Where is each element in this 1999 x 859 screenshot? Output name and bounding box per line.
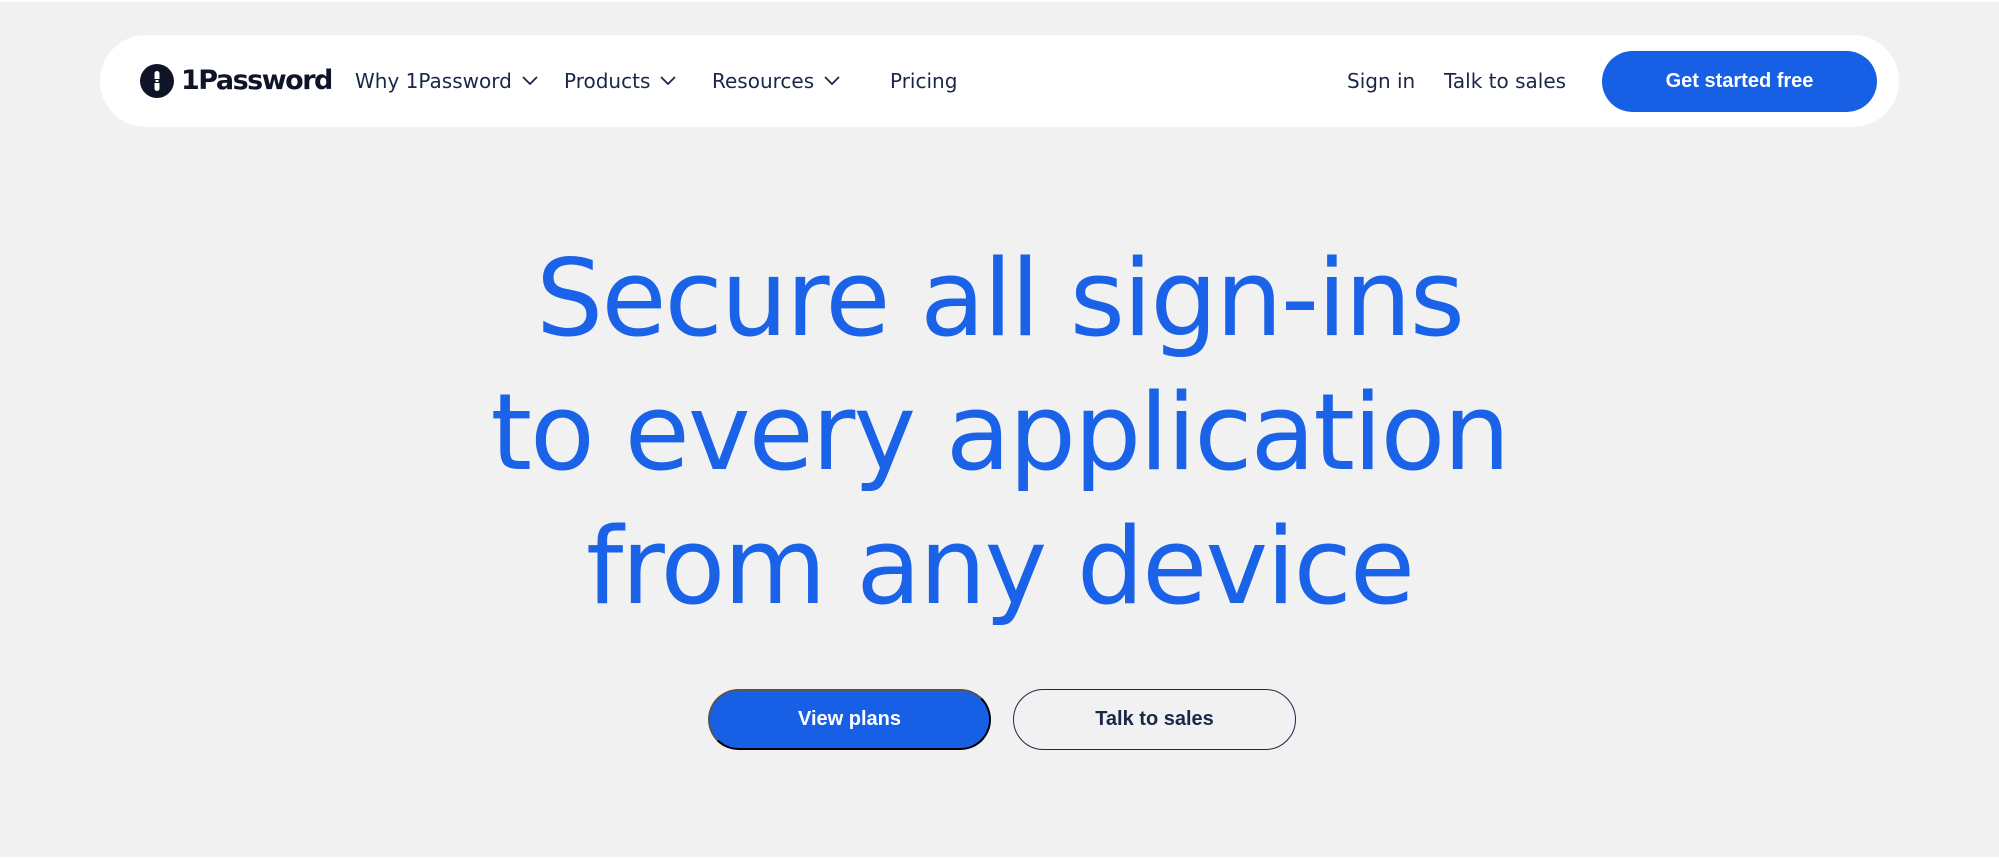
page: 1Password Why 1Password Products Resourc…: [0, 0, 1999, 859]
logo-link[interactable]: 1Password: [139, 62, 333, 100]
sign-in-link[interactable]: Sign in: [1347, 66, 1415, 96]
hero-headline-line-1: Secure all sign-ins: [536, 237, 1465, 360]
nav-link-pricing[interactable]: Pricing: [890, 66, 957, 96]
nav-item-why-1password[interactable]: Why 1Password: [355, 66, 538, 96]
talk-to-sales-button[interactable]: Talk to sales: [1013, 689, 1296, 750]
get-started-free-button[interactable]: Get started free: [1602, 51, 1877, 112]
hero-headline-line-3: from any device: [585, 505, 1415, 628]
top-divider: [0, 0, 1999, 2]
brand-name: 1Password: [181, 65, 333, 96]
chevron-down-icon: [824, 76, 840, 85]
nav-item-label: Products: [564, 69, 651, 93]
main-navbar: 1Password Why 1Password Products Resourc…: [100, 35, 1899, 127]
nav-item-resources[interactable]: Resources: [712, 66, 840, 96]
nav-item-label: Resources: [712, 69, 815, 93]
hero-headline: Secure all sign-ins to every application…: [0, 232, 1999, 634]
hero-headline-line-2: to every application: [490, 371, 1511, 494]
view-plans-button[interactable]: View plans: [708, 689, 991, 750]
nav-item-products[interactable]: Products: [564, 66, 676, 96]
1password-logo-icon: [140, 64, 174, 98]
chevron-down-icon: [522, 76, 538, 85]
nav-item-label: Why 1Password: [355, 69, 512, 93]
talk-to-sales-link[interactable]: Talk to sales: [1444, 66, 1566, 96]
chevron-down-icon: [660, 76, 676, 85]
